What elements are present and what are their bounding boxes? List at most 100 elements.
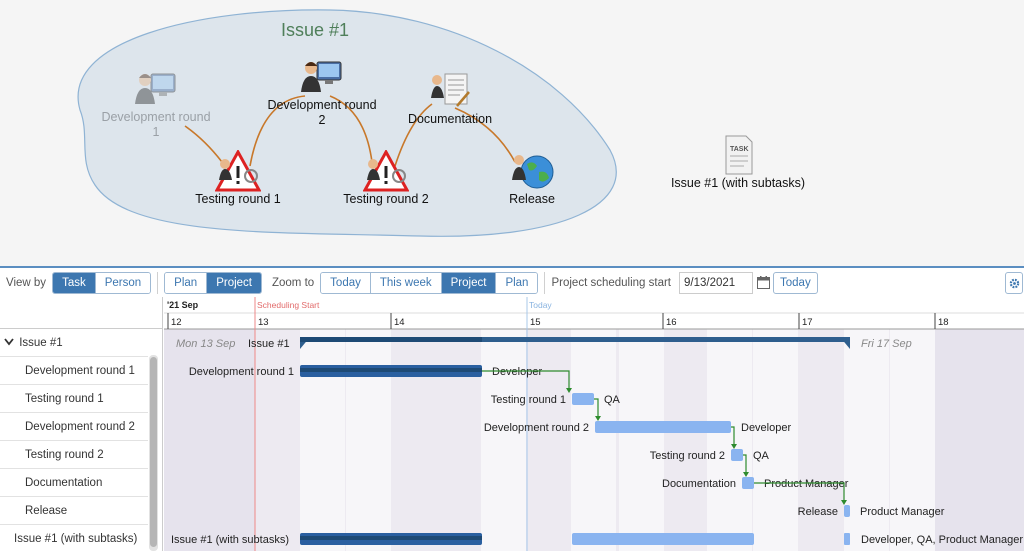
task-bar — [742, 477, 754, 489]
assignee-label: Product Manager — [860, 506, 945, 518]
year-month-label: '21 Sep — [167, 300, 199, 310]
toolbar-divider — [544, 271, 546, 294]
rollup-bar — [572, 533, 754, 545]
node-label: Testing round 2 — [343, 192, 429, 206]
node-label: Development round — [101, 110, 211, 124]
task-tree-header — [0, 297, 162, 329]
assignee-label: QA — [753, 450, 770, 462]
node-testing-round-2[interactable]: Testing round 2 — [326, 150, 446, 207]
tree-row-testing-round-1[interactable]: Testing round 1 — [0, 385, 148, 413]
tree-row-issue-1[interactable]: Issue #1 — [0, 329, 148, 357]
node-issue-with-subtasks[interactable]: TASK Issue #1 (with subtasks) — [658, 134, 818, 191]
toolbar-divider — [157, 271, 159, 294]
tree-row-development-round-2[interactable]: Development round 2 — [0, 413, 148, 441]
node-release[interactable]: Release — [472, 150, 592, 207]
tree-row-label: Testing round 1 — [25, 393, 104, 405]
view-by-task-button[interactable]: Task — [53, 272, 95, 293]
timeline-column-band — [346, 329, 391, 551]
timeline: '21 Sep Scheduling Start Today 12 13 14 15 16 17… — [164, 297, 1024, 551]
issue-group-title: Issue #1 — [280, 20, 350, 40]
today-label: Today — [529, 300, 552, 310]
node-development-round-2[interactable]: Development round 2 — [262, 56, 382, 128]
tree-row-label: Release — [25, 505, 68, 517]
node-development-round-1[interactable]: Development round 1 — [96, 68, 216, 140]
zoom-toggle: Today This week Project Plan — [320, 271, 539, 294]
task-document-icon: TASK — [725, 135, 753, 175]
calendar-icon[interactable] — [753, 272, 773, 294]
svg-text:TASK: TASK — [730, 146, 749, 153]
tree-scrollbar[interactable] — [149, 355, 158, 551]
zoom-plan-button[interactable]: Plan — [495, 272, 538, 293]
zoom-this-week-button[interactable]: This week — [369, 272, 441, 293]
summary-end-date: Fri 17 Sep — [861, 338, 912, 350]
tree-row-development-round-1[interactable]: Development round 1 — [0, 357, 148, 385]
day-label: 13 — [258, 317, 269, 328]
tester-warning-icon — [363, 150, 409, 192]
node-label: Testing round 1 — [195, 192, 281, 206]
day-label: 15 — [530, 317, 541, 328]
view-by-person-button[interactable]: Person — [94, 272, 151, 293]
timeline-column-band — [481, 329, 526, 551]
tree-row-label: Issue #1 — [19, 337, 63, 349]
bar-label: Issue #1 — [248, 338, 290, 350]
timeline-column-band — [753, 329, 798, 551]
weekend-shade — [164, 329, 255, 551]
tree-row-release[interactable]: Release — [0, 497, 148, 525]
gantt-toolbar: View by Task Person Plan Project Zoom to… — [0, 266, 1024, 297]
day-label: 14 — [394, 317, 405, 328]
globe-person-icon — [512, 155, 554, 189]
node-label: Documentation — [407, 112, 493, 126]
node-documentation[interactable]: Documentation — [390, 70, 510, 127]
workflow-diagram: Issue #1 Development round 1 Testing rou… — [0, 0, 1024, 266]
scrollbar-thumb[interactable] — [150, 357, 157, 547]
assignee-label: Developer — [492, 366, 542, 378]
node-label: Issue #1 (with subtasks) — [670, 176, 806, 190]
bar-label: Documentation — [662, 478, 736, 490]
scheduling-date-input[interactable]: 9/13/2021 — [679, 271, 754, 294]
tree-row-documentation[interactable]: Documentation — [0, 469, 148, 497]
project-button[interactable]: Project — [206, 272, 261, 293]
day-label: 18 — [938, 317, 949, 328]
task-bar — [731, 449, 743, 461]
summary-start-date: Mon 13 Sep — [176, 338, 235, 350]
tree-row-label: Issue #1 (with subtasks) — [14, 533, 138, 545]
zoom-today-button[interactable]: Today — [321, 272, 370, 293]
view-by-toggle: Task Person — [52, 271, 152, 294]
timeline-column-band — [707, 329, 752, 551]
task-bar — [595, 421, 731, 433]
tree-row-testing-round-2[interactable]: Testing round 2 — [0, 441, 148, 469]
rollup-bar — [844, 533, 850, 545]
developer-icon — [135, 73, 176, 104]
tree-row-label: Development round 1 — [25, 365, 135, 377]
weekend-shade — [935, 329, 1024, 551]
assignee-label: Product Manager — [764, 478, 849, 490]
assignee-label: Developer — [741, 422, 791, 434]
summary-progress — [300, 337, 482, 342]
today-button[interactable]: Today — [773, 271, 818, 294]
tree-row-issue-with-subtasks[interactable]: Issue #1 (with subtasks) — [0, 525, 148, 551]
bar-label: Issue #1 (with subtasks) — [171, 534, 289, 546]
tree-row-label: Testing round 2 — [25, 449, 104, 461]
view-by-label: View by — [6, 276, 47, 289]
assignee-label: QA — [604, 394, 621, 406]
chevron-down-icon[interactable] — [4, 329, 16, 357]
node-label-line2: 2 — [318, 113, 326, 127]
node-label: Release — [509, 192, 555, 206]
assignee-label: Developer, QA, Product Manager — [861, 534, 1023, 546]
settings-gear-icon[interactable] — [1005, 272, 1023, 294]
zoom-project-button[interactable]: Project — [440, 272, 496, 293]
tree-row-label: Documentation — [25, 477, 103, 489]
bar-label: Release — [798, 506, 838, 518]
developer-icon — [301, 61, 342, 92]
node-testing-round-1[interactable]: Testing round 1 — [178, 150, 298, 207]
bar-label: Testing round 1 — [491, 394, 566, 406]
zoom-label: Zoom to — [271, 276, 315, 289]
bar-label: Development round 1 — [189, 366, 294, 378]
timeline-column-band — [571, 329, 616, 551]
rollup-bar-progress — [300, 536, 482, 540]
task-bar — [572, 393, 594, 405]
plan-button[interactable]: Plan — [165, 272, 207, 293]
scheduling-start-label: Project scheduling start — [551, 276, 672, 289]
tree-row-label: Development round 2 — [25, 421, 135, 433]
timeline-canvas: '21 Sep Scheduling Start Today 12 13 14 15 16 17… — [164, 297, 1024, 551]
